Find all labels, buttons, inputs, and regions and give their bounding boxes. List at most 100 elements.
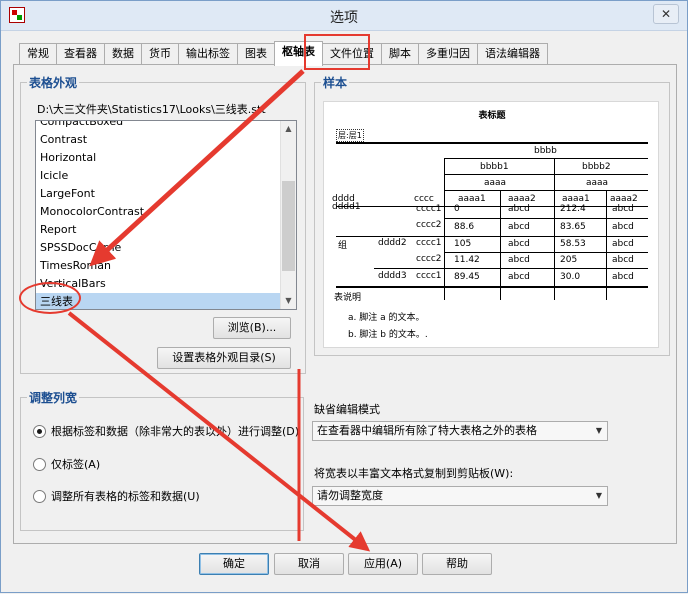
header-aaaa-2: aaaa xyxy=(586,178,609,188)
tab-syntax-editor[interactable]: 语法编辑器 xyxy=(477,43,548,65)
row-dddd2: dddd2 xyxy=(378,238,407,248)
table-note-title: 表说明 xyxy=(334,293,362,303)
cell: abcd xyxy=(508,255,530,265)
cell: 58.53 xyxy=(560,239,586,249)
table-looks-label: 表格外观 xyxy=(27,74,80,91)
tab-scripts[interactable]: 脚本 xyxy=(381,43,419,65)
apply-button[interactable]: 应用(A) xyxy=(348,553,418,575)
sample-group: 样本 表标题 层:层1 bbbb bbbb1 bbbb2 aaaa aaaa d… xyxy=(314,74,670,356)
option-adjust-labels-data[interactable]: 根据标签和数据（除非常大的表以外）进行调整(D) xyxy=(33,422,299,440)
list-item[interactable]: CompactBoxed xyxy=(36,121,296,131)
cell: abcd xyxy=(508,204,530,214)
tab-data[interactable]: 数据 xyxy=(104,43,142,65)
tab-general[interactable]: 常规 xyxy=(19,43,57,65)
copy-wide-table-label: 将宽表以丰富文本格式复制到剪贴板(W): xyxy=(314,467,514,480)
tab-output-labels[interactable]: 输出标签 xyxy=(178,43,238,65)
cell: 88.6 xyxy=(454,222,475,232)
set-looks-directory-button[interactable]: 设置表格外观目录(S) xyxy=(157,347,291,369)
footnote-a: a. 脚注 a 的文本。 xyxy=(348,313,425,323)
radio-icon[interactable] xyxy=(33,489,46,503)
cell: 89.45 xyxy=(454,272,480,282)
footnote-b: b. 脚注 b 的文本。. xyxy=(348,330,428,340)
cell: 11.42 xyxy=(454,255,480,265)
column-width-label: 调整列宽 xyxy=(27,389,80,406)
list-item[interactable]: Contrast xyxy=(36,131,296,149)
radio-checked-icon[interactable] xyxy=(33,424,46,438)
annotation-tab-highlight xyxy=(304,34,370,70)
column-width-group: 调整列宽 根据标签和数据（除非常大的表以外）进行调整(D) 仅标签(A) 调整所… xyxy=(20,389,304,531)
col-rule xyxy=(444,158,445,300)
cell: abcd xyxy=(612,255,634,265)
bottom-rule xyxy=(336,286,648,288)
tab-strip: 常规 查看器 数据 货币 输出标签 图表 枢轴表 文件位置 脚本 多重归因 语法… xyxy=(19,41,548,66)
rule xyxy=(444,174,648,175)
cell: abcd xyxy=(508,239,530,249)
top-rule xyxy=(336,142,648,144)
list-item[interactable]: LargeFont xyxy=(36,185,296,203)
chevron-down-icon: ▼ xyxy=(595,491,602,500)
rule xyxy=(444,218,648,219)
cell: abcd xyxy=(612,222,634,232)
cell: 105 xyxy=(454,239,472,249)
list-item[interactable]: Report xyxy=(36,221,296,239)
tab-charts[interactable]: 图表 xyxy=(237,43,275,65)
header-bbbb2: bbbb2 xyxy=(582,162,611,172)
row-cccc1: cccc1 xyxy=(416,238,442,248)
scroll-down-icon[interactable]: ▼ xyxy=(281,293,296,309)
list-scrollbar[interactable]: ▲ ▼ xyxy=(280,121,296,309)
row-cccc2: cccc2 xyxy=(416,254,442,264)
close-button[interactable]: ✕ xyxy=(653,4,679,24)
scroll-thumb[interactable] xyxy=(282,181,295,271)
tab-currency[interactable]: 货币 xyxy=(141,43,179,65)
option-adjust-all-tables[interactable]: 调整所有表格的标签和数据(U) xyxy=(33,487,200,505)
header-bbbb: bbbb xyxy=(534,146,557,156)
tab-viewer[interactable]: 查看器 xyxy=(56,43,105,65)
cancel-button[interactable]: 取消 xyxy=(274,553,344,575)
table-looks-list[interactable]: CompactBoxed Contrast Horizontal Icicle … xyxy=(35,120,297,310)
row-cccc1: cccc1 xyxy=(416,271,442,281)
preview-title: 表标题 xyxy=(478,111,506,121)
header-rule xyxy=(336,206,648,207)
list-item[interactable]: MonocolorContrast xyxy=(36,203,296,221)
rule xyxy=(444,190,648,191)
rule xyxy=(444,158,648,159)
row-cccc1: cccc1 xyxy=(416,204,442,214)
chevron-down-icon: ▼ xyxy=(595,426,602,435)
option-label: 仅标签(A) xyxy=(51,458,101,471)
row-cccc2: cccc2 xyxy=(416,220,442,230)
browse-button[interactable]: 浏览(B)... xyxy=(213,317,291,339)
option-label: 根据标签和数据（除非常大的表以外）进行调整(D) xyxy=(51,425,300,438)
list-item[interactable]: Icicle xyxy=(36,167,296,185)
cell: 0 xyxy=(454,204,460,214)
radio-icon[interactable] xyxy=(33,457,46,471)
ok-button[interactable]: 确定 xyxy=(199,553,269,575)
pivot-tables-panel: 表格外观 D:\大三文件夹\Statistics17\Looks\三线表.stt… xyxy=(13,64,677,544)
help-button[interactable]: 帮助 xyxy=(422,553,492,575)
header-aaaa2-a: aaaa2 xyxy=(508,194,536,204)
options-dialog: 选项 ✕ 常规 查看器 数据 货币 输出标签 图表 枢轴表 文件位置 脚本 多重… xyxy=(0,0,688,593)
list-item[interactable]: Horizontal xyxy=(36,149,296,167)
window-title: 选项 xyxy=(330,10,358,26)
option-labels-only[interactable]: 仅标签(A) xyxy=(33,455,100,473)
copy-wide-table-dropdown[interactable]: 请勿调整宽度 ▼ xyxy=(312,486,608,506)
list-item[interactable]: TimesRoman xyxy=(36,257,296,275)
sample-label: 样本 xyxy=(321,74,350,91)
table-look-path: D:\大三文件夹\Statistics17\Looks\三线表.stt xyxy=(37,103,266,116)
tab-multiple-imputation[interactable]: 多重归因 xyxy=(418,43,478,65)
cell: abcd xyxy=(508,222,530,232)
cell: 83.65 xyxy=(560,222,586,232)
col-rule xyxy=(606,190,607,300)
cell: abcd xyxy=(508,272,530,282)
cell: abcd xyxy=(612,272,634,282)
cell: 212.4 xyxy=(560,204,586,214)
list-item[interactable]: SPSSDocCorne xyxy=(36,239,296,257)
edit-mode-value: 在查看器中编辑所有除了特大表格之外的表格 xyxy=(317,424,537,437)
col-rule xyxy=(554,158,555,300)
header-aaaa1-a: aaaa1 xyxy=(458,194,486,204)
cell: abcd xyxy=(612,204,634,214)
edit-mode-dropdown[interactable]: 在查看器中编辑所有除了特大表格之外的表格 ▼ xyxy=(312,421,608,441)
row-group: 组 xyxy=(338,241,348,251)
scroll-up-icon[interactable]: ▲ xyxy=(281,121,296,137)
annotation-selected-ellipse xyxy=(19,282,81,314)
table-looks-group: 表格外观 D:\大三文件夹\Statistics17\Looks\三线表.stt… xyxy=(20,74,306,374)
